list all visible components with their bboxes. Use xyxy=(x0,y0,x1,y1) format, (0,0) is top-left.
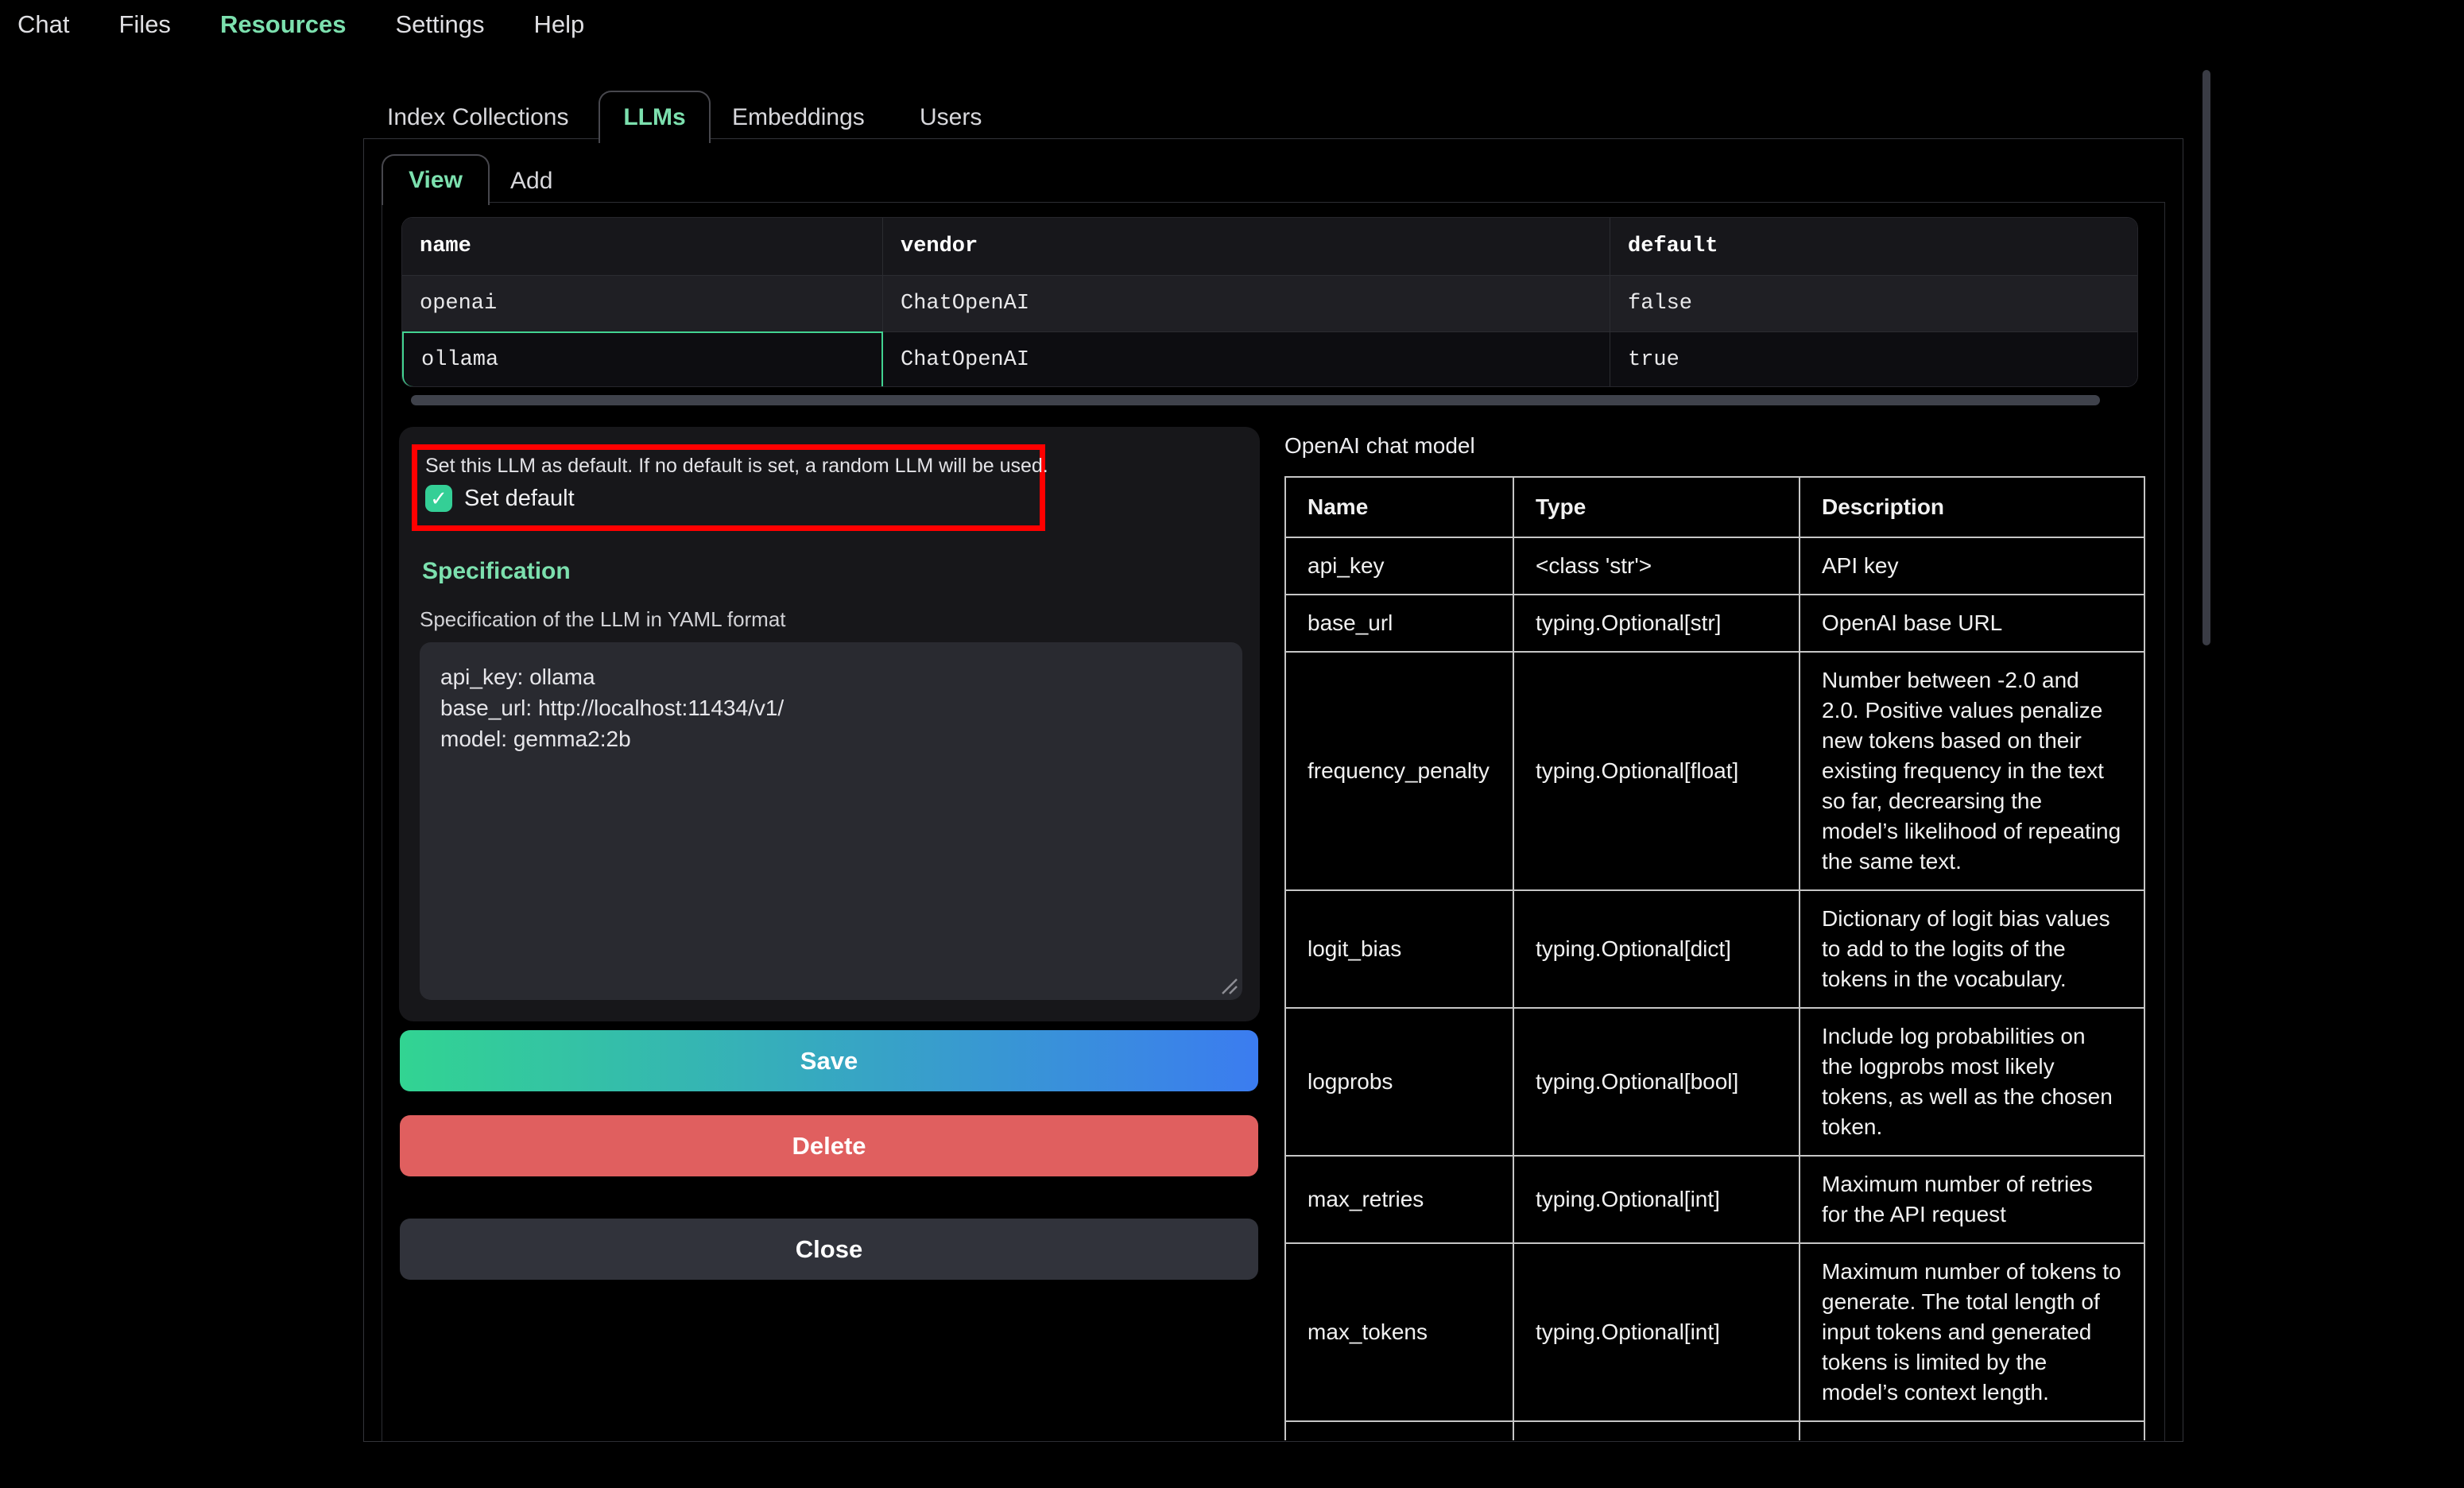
nav-item-chat[interactable]: Chat xyxy=(17,10,69,39)
set-default-help-text: Set this LLM as default. If no default i… xyxy=(425,455,1032,478)
model-table-row-base-url: base_urltyping.Optional[str]OpenAI base … xyxy=(1285,595,2144,652)
llm-table-cell-openai-name[interactable]: openai xyxy=(402,275,883,331)
model-table-row-frequency-penalty: frequency_penaltytyping.Optional[float]N… xyxy=(1285,652,2144,890)
model-table-cell-max-tokens-description: Maximum number of tokens to generate. Th… xyxy=(1800,1243,2144,1421)
llm-table-cell-openai-vendor[interactable]: ChatOpenAI xyxy=(883,275,1610,331)
annotation-highlight-box: Set this LLM as default. If no default i… xyxy=(412,444,1045,531)
model-table-cell-api-key-description: API key xyxy=(1800,537,2144,595)
checkmark-icon: ✓ xyxy=(430,488,447,509)
top-nav: Chat Files Resources Settings Help xyxy=(17,0,584,49)
nav-item-resources[interactable]: Resources xyxy=(220,10,347,39)
specification-heading: Specification xyxy=(422,558,571,585)
model-table-header-name: Name xyxy=(1285,477,1513,537)
tab-users[interactable]: Users xyxy=(920,104,982,131)
model-schema-table: NameTypeDescription api_key<class 'str'>… xyxy=(1284,476,2145,1440)
model-table-header-type: Type xyxy=(1513,477,1800,537)
yaml-spec-textarea[interactable]: api_key: ollama base_url: http://localho… xyxy=(420,642,1242,1000)
subtab-view[interactable]: View xyxy=(382,154,490,205)
model-table-row-logprobs: logprobstyping.Optional[bool]Include log… xyxy=(1285,1008,2144,1156)
model-table-cell-max-retries-name: max_retries xyxy=(1285,1156,1513,1243)
set-default-label: Set default xyxy=(464,486,575,512)
model-table-cell-max-retries-description: Maximum number of retries for the API re… xyxy=(1800,1156,2144,1243)
model-table-cell-api-key-name: api_key xyxy=(1285,537,1513,595)
model-table-cell-base-url-description: OpenAI base URL xyxy=(1800,595,2144,652)
model-table-cell-logprobs-name: logprobs xyxy=(1285,1008,1513,1156)
llm-table-header-default: default xyxy=(1610,218,2138,275)
model-table-row-logit-bias: logit_biastyping.Optional[dict]Dictionar… xyxy=(1285,890,2144,1008)
tab-embeddings[interactable]: Embeddings xyxy=(732,104,865,131)
model-table-cell-max-tokens-type: typing.Optional[int] xyxy=(1513,1243,1800,1421)
llm-table-cell-ollama-default[interactable]: true xyxy=(1610,331,2138,387)
model-table-cell-logprobs-description: Include log probabilities on the logprob… xyxy=(1800,1008,2144,1156)
tab-index-collections[interactable]: Index Collections xyxy=(387,104,568,131)
llm-list-table: namevendordefault openaiChatOpenAIfalse ol… xyxy=(401,217,2138,387)
model-table-cell-logit-bias-description: Dictionary of logit bias values to add t… xyxy=(1800,890,2144,1008)
llm-table-cell-openai-default[interactable]: false xyxy=(1610,275,2138,331)
textarea-resize-grip[interactable] xyxy=(1218,975,1238,995)
model-table-cell-max-tokens-name: max_tokens xyxy=(1285,1243,1513,1421)
set-default-checkbox[interactable]: ✓ xyxy=(425,485,452,512)
close-button[interactable]: Close xyxy=(400,1219,1258,1280)
model-table-cell-clipped xyxy=(1513,1421,1800,1440)
nav-item-help[interactable]: Help xyxy=(533,10,584,39)
model-table-row-api-key: api_key<class 'str'>API key xyxy=(1285,537,2144,595)
model-table-cell-api-key-type: <class 'str'> xyxy=(1513,537,1800,595)
llm-table-header-vendor: vendor xyxy=(883,218,1610,275)
model-table-cell-clipped xyxy=(1800,1421,2144,1440)
specification-sublabel: Specification of the LLM in YAML format xyxy=(420,607,786,632)
app-root: Chat Files Resources Settings Help Index Col… xyxy=(0,0,2464,1488)
subtab-add[interactable]: Add xyxy=(510,168,552,195)
model-table-cell-frequency-penalty-type: typing.Optional[float] xyxy=(1513,652,1800,890)
model-table-cell-max-retries-type: typing.Optional[int] xyxy=(1513,1156,1800,1243)
nav-item-settings[interactable]: Settings xyxy=(395,10,484,39)
model-schema-table-container: NameTypeDescription api_key<class 'str'>… xyxy=(1284,476,2145,1440)
page-vertical-scrollbar[interactable] xyxy=(2202,70,2210,645)
model-table-cell-clipped xyxy=(1285,1421,1513,1440)
llm-table-header-name: name xyxy=(402,218,883,275)
llm-table-cell-ollama-name[interactable]: ollama xyxy=(402,331,883,387)
model-table-cell-frequency-penalty-description: Number between -2.0 and 2.0. Positive va… xyxy=(1800,652,2144,890)
delete-button[interactable]: Delete xyxy=(400,1115,1258,1176)
model-table-header-description: Description xyxy=(1800,477,2144,537)
model-table-cell-base-url-type: typing.Optional[str] xyxy=(1513,595,1800,652)
save-button[interactable]: Save xyxy=(400,1030,1258,1091)
set-default-row: ✓ Set default xyxy=(425,485,1032,512)
model-table-cell-logprobs-type: typing.Optional[bool] xyxy=(1513,1008,1800,1156)
model-table-row-clipped xyxy=(1285,1421,2144,1440)
tab-llms[interactable]: LLMs xyxy=(599,91,711,143)
model-table-row-max-tokens: max_tokenstyping.Optional[int]Maximum nu… xyxy=(1285,1243,2144,1421)
nav-item-files[interactable]: Files xyxy=(118,10,170,39)
llm-table-horizontal-scrollbar[interactable] xyxy=(411,395,2100,405)
model-table-cell-logit-bias-name: logit_bias xyxy=(1285,890,1513,1008)
model-table-cell-logit-bias-type: typing.Optional[dict] xyxy=(1513,890,1800,1008)
model-table-cell-frequency-penalty-name: frequency_penalty xyxy=(1285,652,1513,890)
model-table-row-max-retries: max_retriestyping.Optional[int]Maximum n… xyxy=(1285,1156,2144,1243)
model-panel-title: OpenAI chat model xyxy=(1284,433,1475,459)
model-table-cell-base-url-name: base_url xyxy=(1285,595,1513,652)
llm-table-cell-ollama-vendor[interactable]: ChatOpenAI xyxy=(883,331,1610,387)
